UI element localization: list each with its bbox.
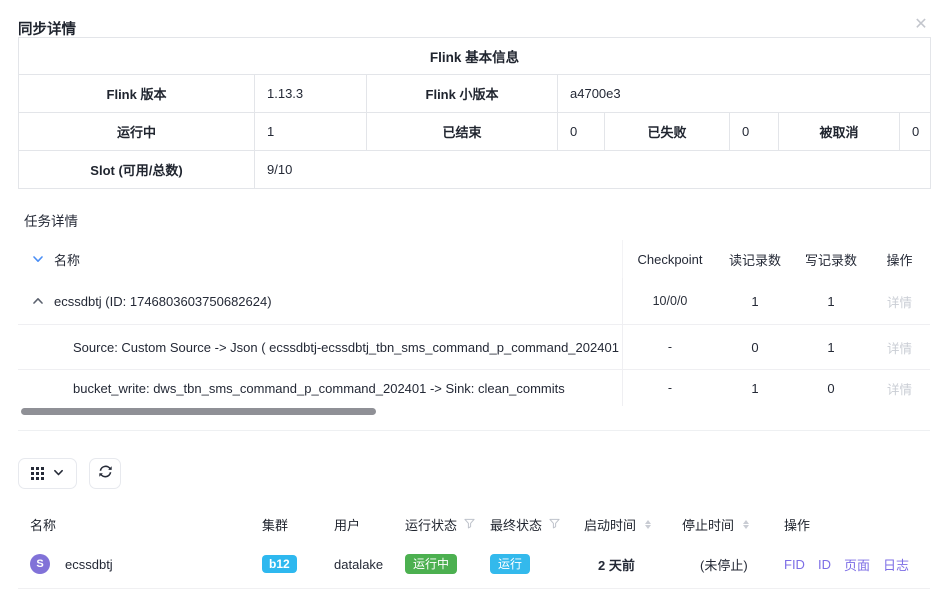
sorter-icon[interactable] xyxy=(645,520,651,529)
task-name: Source: Custom Source -> Json ( ecssdbtj… xyxy=(73,340,622,355)
canceled-label: 被取消 xyxy=(779,113,900,151)
task-table-header: 名称 Checkpoint 读记录数 写记录数 操作 xyxy=(18,240,930,278)
flink-version-label: Flink 版本 xyxy=(19,75,255,113)
toolbar xyxy=(18,458,930,489)
job-start-time: 2 天前 xyxy=(598,555,635,574)
task-read-count: 1 xyxy=(717,294,793,309)
task-read-count: 1 xyxy=(717,381,793,396)
jobs-col-stop-time: 停止时间 xyxy=(682,515,734,534)
jobs-table-header: 名称 集群 用户 运行状态 最终状态 启动时间 停止时间 xyxy=(18,508,930,540)
task-row-sink: bucket_write: dws_tbn_sms_command_p_comm… xyxy=(18,370,930,406)
task-write-count: 1 xyxy=(793,294,869,309)
column-settings-button[interactable] xyxy=(18,458,77,489)
job-row: S ecssdbtj b12 datalake 运行中 运行 2 天前 (未停止… xyxy=(18,540,930,589)
collapse-row-chevron-up-icon[interactable] xyxy=(32,295,44,307)
log-link[interactable]: 日志 xyxy=(883,555,909,574)
cluster-badge: b12 xyxy=(262,555,297,573)
job-name: ecssdbtj xyxy=(65,557,113,572)
avatar: S xyxy=(30,554,50,574)
jobs-col-cluster: 集群 xyxy=(250,515,322,534)
close-icon[interactable]: ✕ xyxy=(912,16,930,34)
filter-icon[interactable] xyxy=(464,517,475,532)
collapse-all-chevron-down-icon[interactable] xyxy=(32,253,44,265)
sync-details-modal: 同步详情 ✕ Flink 基本信息 Flink 版本 1.13.3 Flink … xyxy=(0,0,948,611)
task-write-count: 0 xyxy=(793,381,869,396)
chevron-down-icon xyxy=(53,465,64,483)
horizontal-scrollbar-thumb[interactable] xyxy=(21,408,376,415)
modal-title: 同步详情 xyxy=(18,22,76,38)
horizontal-scrollbar xyxy=(18,408,930,415)
failed-label: 已失败 xyxy=(605,113,730,151)
jobs-col-final-status: 最终状态 xyxy=(490,515,542,534)
finished-value: 0 xyxy=(558,113,605,151)
task-details-section-title: 任务详情 xyxy=(24,210,930,230)
task-checkpoint: - xyxy=(668,381,672,395)
flink-minor-value: a4700e3 xyxy=(558,75,931,113)
task-detail-link[interactable]: 详情 xyxy=(887,383,912,397)
flink-info-table: Flink 基本信息 Flink 版本 1.13.3 Flink 小版本 a47… xyxy=(18,37,931,189)
task-name: ecssdbtj (ID: 1746803603750682624) xyxy=(54,294,272,309)
running-value: 1 xyxy=(255,113,367,151)
flink-minor-label: Flink 小版本 xyxy=(367,75,558,113)
sorter-icon[interactable] xyxy=(743,520,749,529)
task-row-parent: ecssdbtj (ID: 1746803603750682624) 10/0/… xyxy=(18,278,930,325)
jobs-col-run-status: 运行状态 xyxy=(405,515,457,534)
task-col-write: 写记录数 xyxy=(793,250,869,269)
modal-header: 同步详情 ✕ xyxy=(18,0,930,37)
task-checkpoint: 10/0/0 xyxy=(653,294,688,308)
final-status-badge: 运行 xyxy=(490,554,530,574)
id-link[interactable]: ID xyxy=(818,557,831,572)
refresh-icon xyxy=(98,464,113,484)
task-detail-link[interactable]: 详情 xyxy=(887,296,912,310)
slot-value: 9/10 xyxy=(255,151,931,189)
page-link[interactable]: 页面 xyxy=(844,555,870,574)
job-stop-time: (未停止) xyxy=(700,555,748,574)
task-col-checkpoint: Checkpoint xyxy=(622,240,717,278)
jobs-col-name: 名称 xyxy=(18,515,250,534)
flink-info-title: Flink 基本信息 xyxy=(19,38,931,75)
canceled-value: 0 xyxy=(900,113,931,151)
slot-label: Slot (可用/总数) xyxy=(19,151,255,189)
run-status-badge: 运行中 xyxy=(405,554,457,574)
task-write-count: 1 xyxy=(793,340,869,355)
jobs-col-action: 操作 xyxy=(772,515,930,534)
task-col-name: 名称 xyxy=(54,250,80,269)
task-table: 名称 Checkpoint 读记录数 写记录数 操作 ecssdbtj (ID:… xyxy=(18,240,930,415)
fid-link[interactable]: FID xyxy=(784,557,805,572)
jobs-table: 名称 集群 用户 运行状态 最终状态 启动时间 停止时间 xyxy=(18,508,930,589)
running-label: 运行中 xyxy=(19,113,255,151)
task-col-read: 读记录数 xyxy=(717,250,793,269)
finished-label: 已结束 xyxy=(367,113,558,151)
task-row-source: Source: Custom Source -> Json ( ecssdbtj… xyxy=(18,325,930,370)
task-read-count: 0 xyxy=(717,340,793,355)
failed-value: 0 xyxy=(730,113,779,151)
task-checkpoint: - xyxy=(668,340,672,354)
grid-icon xyxy=(31,467,45,481)
jobs-col-user: 用户 xyxy=(322,515,393,534)
task-detail-link[interactable]: 详情 xyxy=(887,342,912,356)
filter-icon[interactable] xyxy=(549,517,560,532)
task-col-action: 操作 xyxy=(869,250,930,269)
jobs-col-start-time: 启动时间 xyxy=(584,515,636,534)
flink-version-value: 1.13.3 xyxy=(255,75,367,113)
divider xyxy=(18,430,930,431)
job-user: datalake xyxy=(322,557,393,572)
refresh-button[interactable] xyxy=(89,458,121,489)
task-name: bucket_write: dws_tbn_sms_command_p_comm… xyxy=(73,381,565,396)
